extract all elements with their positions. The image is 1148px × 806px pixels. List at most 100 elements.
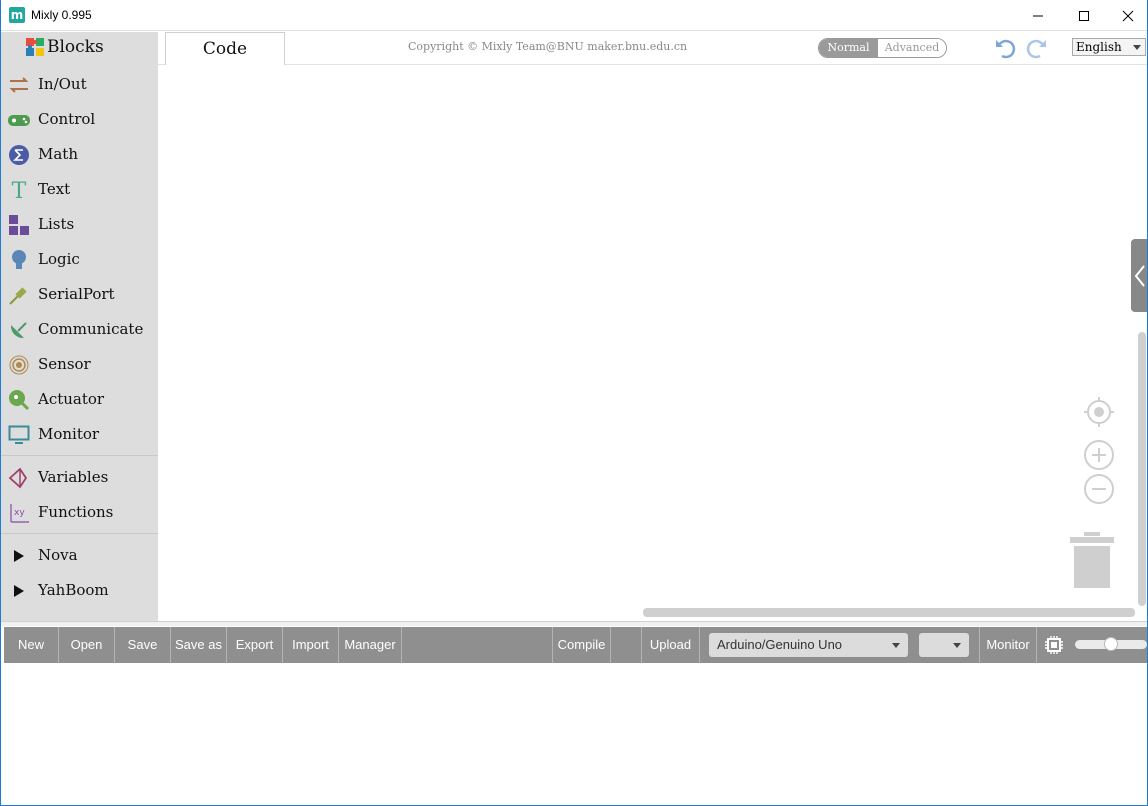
- blockly-workspace[interactable]: [158, 66, 1147, 621]
- mode-toggle: Normal Advanced: [818, 38, 947, 58]
- gamepad-icon: [7, 108, 31, 132]
- chevron-down-icon: [892, 643, 900, 648]
- blocks-label: Blocks: [47, 37, 104, 57]
- slider-handle[interactable]: [1104, 637, 1118, 651]
- redo-icon: [1026, 39, 1046, 59]
- category-serialport[interactable]: SerialPort: [1, 277, 158, 312]
- minimize-button[interactable]: [1015, 0, 1061, 31]
- category-monitor[interactable]: Monitor: [1, 417, 158, 452]
- window-title: Mixly 0.995: [31, 8, 92, 22]
- toolbox-separator: [1, 533, 158, 534]
- chevron-down-icon: [1133, 45, 1141, 50]
- monitor-button[interactable]: Monitor: [980, 627, 1037, 663]
- horizontal-scrollbar[interactable]: [643, 608, 1135, 617]
- save-button[interactable]: Save: [115, 627, 171, 663]
- vertical-scrollbar[interactable]: [1138, 332, 1146, 606]
- mode-normal-button[interactable]: Normal: [819, 39, 878, 57]
- variables-icon: [7, 466, 31, 490]
- sensor-icon: [7, 353, 31, 377]
- minimize-icon: [1033, 15, 1043, 16]
- open-button[interactable]: Open: [59, 627, 115, 663]
- chip-icon[interactable]: [1044, 635, 1064, 655]
- font-size-slider[interactable]: [1075, 637, 1147, 651]
- editor-header: Code Copyright © Mixly Team@BNU maker.bn…: [158, 32, 1147, 65]
- category-label: Math: [38, 145, 78, 163]
- redo-button[interactable]: [1024, 36, 1048, 60]
- compile-button[interactable]: Compile: [553, 627, 611, 663]
- category-logic[interactable]: Logic: [1, 242, 158, 277]
- category-yahboom[interactable]: YahBoom: [1, 573, 158, 608]
- upload-button[interactable]: Upload: [642, 627, 700, 663]
- bottom-toolbar: New Open Save Save as Export Import Mana…: [4, 627, 1147, 663]
- category-functions[interactable]: xy Functions: [1, 495, 158, 530]
- undo-button[interactable]: [994, 36, 1018, 60]
- category-label: Variables: [38, 468, 109, 486]
- category-label: Functions: [38, 503, 114, 521]
- blocks-toolbox: Blocks In/Out Control Math T Text Lists …: [1, 32, 158, 621]
- language-select[interactable]: English: [1072, 38, 1146, 56]
- usb-plug-icon: [7, 283, 31, 307]
- board-select[interactable]: Arduino/Genuino Uno: [709, 633, 908, 657]
- code-tab[interactable]: Code: [165, 32, 285, 65]
- monitor-icon: [7, 423, 31, 447]
- category-label: Monitor: [38, 425, 100, 443]
- language-value: English: [1076, 40, 1122, 54]
- category-math[interactable]: Math: [1, 137, 158, 172]
- side-panel-toggle[interactable]: [1131, 239, 1147, 312]
- category-variables[interactable]: Variables: [1, 460, 158, 495]
- category-label: Sensor: [38, 355, 91, 373]
- category-label: In/Out: [38, 75, 87, 93]
- maximize-icon: [1079, 10, 1089, 21]
- category-nova[interactable]: Nova: [1, 538, 158, 573]
- text-t-icon: T: [7, 178, 31, 202]
- category-sensor[interactable]: Sensor: [1, 347, 158, 382]
- satellite-dish-icon: [7, 318, 31, 342]
- port-select[interactable]: [919, 633, 969, 657]
- function-xy-icon: xy: [7, 501, 31, 525]
- app-logo-icon: m: [9, 7, 25, 23]
- chevron-left-icon: [1134, 264, 1145, 287]
- blocks-tab[interactable]: Blocks: [1, 32, 158, 62]
- category-label: Nova: [38, 546, 78, 564]
- recenter-button[interactable]: [1083, 396, 1115, 428]
- expand-triangle-icon: [7, 544, 31, 568]
- crosshair-icon: [1084, 397, 1114, 427]
- category-inout[interactable]: In/Out: [1, 67, 158, 102]
- sigma-icon: [7, 143, 31, 167]
- zoom-in-button[interactable]: [1083, 439, 1115, 471]
- category-label: Communicate: [38, 320, 144, 338]
- chevron-down-icon: [953, 643, 961, 648]
- zoom-out-button[interactable]: [1083, 473, 1115, 505]
- toolbox-separator: [1, 455, 158, 456]
- blocks-icon: [7, 213, 31, 237]
- close-button[interactable]: [1105, 0, 1147, 31]
- manager-button[interactable]: Manager: [339, 627, 402, 663]
- swap-arrows-icon: [7, 73, 31, 97]
- board-value: Arduino/Genuino Uno: [717, 637, 843, 652]
- expand-triangle-icon: [7, 579, 31, 603]
- category-label: YahBoom: [38, 581, 109, 599]
- category-label: Actuator: [38, 390, 105, 408]
- mixly-window: m Mixly 0.995 Blocks In/Out Control Math…: [0, 0, 1148, 806]
- category-label: Text: [38, 180, 71, 198]
- new-button[interactable]: New: [4, 627, 59, 663]
- panel-divider[interactable]: [1, 621, 1147, 626]
- title-bar: m Mixly 0.995: [1, 0, 1147, 31]
- output-console[interactable]: [4, 663, 1147, 805]
- mode-advanced-button[interactable]: Advanced: [878, 39, 946, 57]
- motor-icon: [7, 388, 31, 412]
- svg-text:T: T: [12, 179, 27, 201]
- category-label: Control: [38, 110, 96, 128]
- category-communicate[interactable]: Communicate: [1, 312, 158, 347]
- save-as-button[interactable]: Save as: [171, 627, 227, 663]
- trash-icon[interactable]: [1070, 532, 1114, 588]
- category-text[interactable]: T Text: [1, 172, 158, 207]
- export-button[interactable]: Export: [227, 627, 283, 663]
- category-lists[interactable]: Lists: [1, 207, 158, 242]
- zoom-out-icon: [1084, 474, 1114, 504]
- import-button[interactable]: Import: [283, 627, 339, 663]
- maximize-button[interactable]: [1061, 0, 1107, 31]
- category-control[interactable]: Control: [1, 102, 158, 137]
- category-label: Lists: [38, 215, 75, 233]
- category-actuator[interactable]: Actuator: [1, 382, 158, 417]
